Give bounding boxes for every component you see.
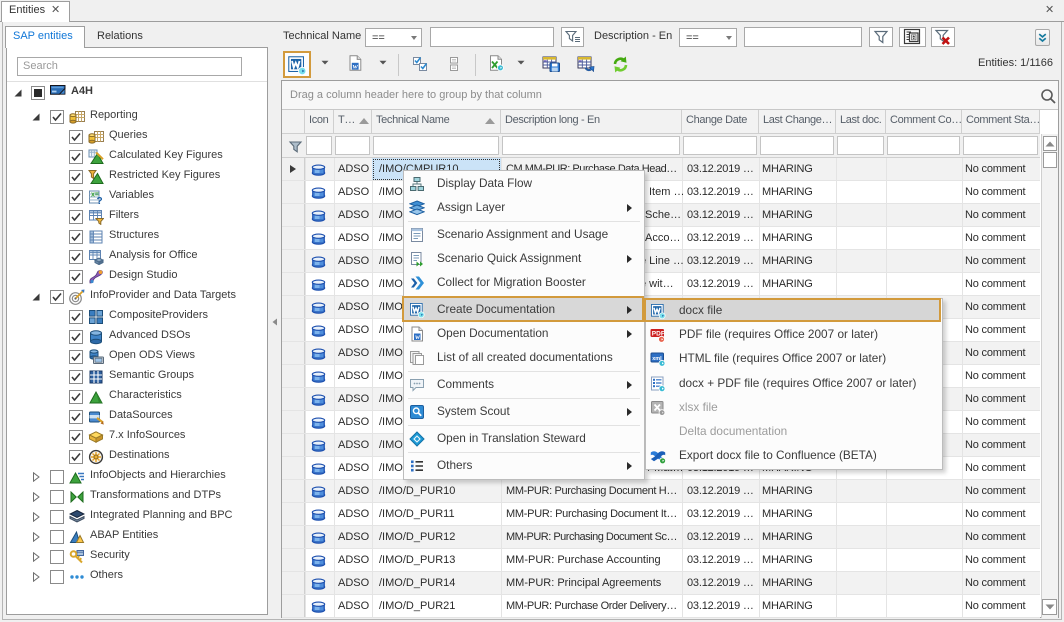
svg-text:?: ? xyxy=(97,196,103,205)
svg-text:w: w xyxy=(415,333,420,341)
